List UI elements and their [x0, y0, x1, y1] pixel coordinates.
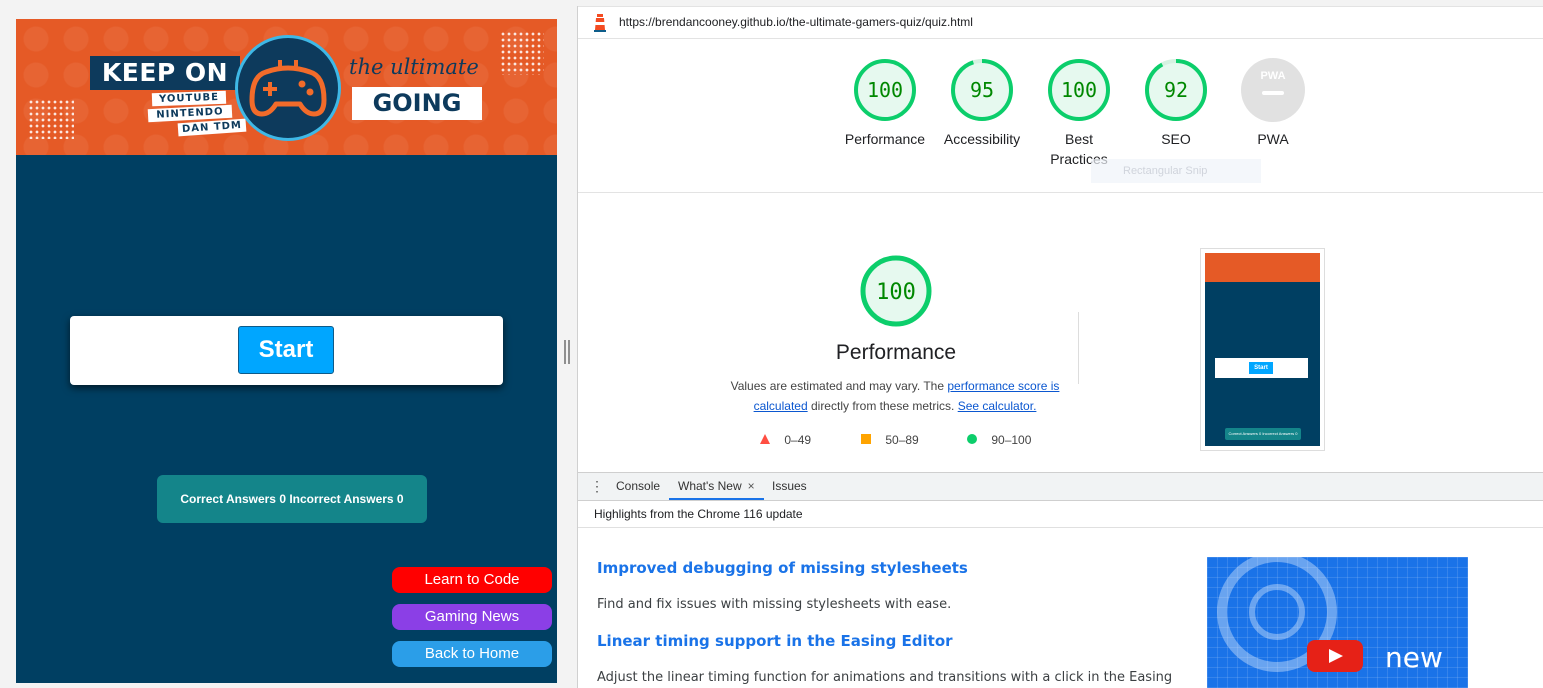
divider — [1078, 312, 1079, 384]
gauge-performance[interactable]: 100 Performance — [830, 57, 940, 149]
url-bar: https://brendancooney.github.io/the-ulti… — [578, 6, 1543, 39]
score-ring: 100 — [860, 255, 932, 327]
panel-splitter-handle[interactable] — [564, 340, 570, 364]
start-card: Start — [70, 316, 503, 385]
performance-summary: 100 Performance — [781, 254, 1011, 365]
going-text: GOING — [352, 87, 482, 120]
gauge-score: 95 — [970, 78, 994, 102]
gauge-label: PWA — [1257, 131, 1289, 147]
gamepad-icon — [249, 60, 327, 117]
highlights-header: Highlights from the Chrome 116 update — [578, 501, 1543, 528]
desc-text: Values are estimated and may vary. The — [730, 379, 948, 393]
square-icon — [861, 434, 871, 444]
decorative-dots — [28, 99, 74, 139]
tab-console[interactable]: Console — [616, 473, 660, 500]
pwa-badge-icon: PWA — [1241, 58, 1305, 122]
gauge-score: 100 — [867, 78, 903, 102]
page-url[interactable]: https://brendancooney.github.io/the-ulti… — [619, 15, 973, 29]
legend-label: 90–100 — [991, 433, 1032, 447]
close-icon[interactable]: × — [748, 479, 755, 493]
thumbnail-score: Correct Answers 0 Incorrect Answers 0 — [1225, 428, 1301, 440]
gauge-score: 100 — [1061, 78, 1097, 102]
desc-text: directly from these metrics. — [807, 399, 958, 413]
banner: KEEP ON YOUTUBE NINTENDO DAN TDM the ult… — [16, 19, 557, 155]
banner-tag: YOUTUBE — [151, 90, 227, 107]
gauge-label: Performance — [844, 131, 926, 147]
back-to-home-link[interactable]: Back to Home — [392, 641, 552, 667]
banner-tag: DAN TDM — [177, 118, 247, 137]
thumbnail-banner — [1205, 253, 1320, 282]
score-ring: 95 — [951, 59, 1013, 121]
score-display: Correct Answers 0 Incorrect Answers 0 — [157, 475, 427, 523]
see-calculator-link[interactable]: See calculator. — [958, 399, 1037, 413]
tab-whats-new[interactable]: What's New × — [669, 473, 764, 500]
gauge-seo[interactable]: 92 SEO — [1121, 57, 1231, 149]
gauge-accessibility[interactable]: 95 Accessibility — [927, 57, 1037, 149]
the-ultimate-text: the ultimate — [349, 55, 479, 79]
drawer-tabbar: ⋮ Console What's New × Issues — [578, 472, 1543, 501]
play-triangle — [1329, 649, 1343, 663]
legend-average: 50–89 — [860, 433, 919, 447]
thumbnail-page: Start Correct Answers 0 Incorrect Answer… — [1205, 253, 1320, 446]
logo — [235, 35, 341, 141]
gauge-label: Accessibility — [943, 131, 1021, 147]
gauge-score: 92 — [1164, 78, 1188, 102]
pwa-badge-text: PWA — [1260, 70, 1285, 82]
news-title[interactable]: Improved debugging of missing stylesheet… — [597, 559, 968, 577]
gauge-label: SEO — [1161, 131, 1191, 147]
snip-overlay: Rectangular Snip — [1091, 159, 1261, 183]
legend-label: 50–89 — [885, 433, 919, 447]
news-description: Adjust the linear timing function for an… — [597, 670, 1173, 685]
learn-to-code-link[interactable]: Learn to Code — [392, 567, 552, 593]
circle-icon — [967, 434, 977, 444]
lighthouse-icon — [594, 14, 606, 32]
legend-poor: 0–49 — [759, 433, 811, 447]
news-description: Find and fix issues with missing stylesh… — [597, 597, 952, 612]
gaming-news-link[interactable]: Gaming News — [392, 604, 552, 630]
performance-title: Performance — [835, 341, 957, 364]
performance-description: Values are estimated and may vary. The p… — [728, 376, 1062, 416]
news-title[interactable]: Linear timing support in the Easing Edit… — [597, 632, 953, 650]
legend-label: 0–49 — [784, 433, 812, 447]
score-ring: 100 — [1048, 59, 1110, 121]
gauge-best-practices[interactable]: 100 Best Practices — [1024, 57, 1134, 169]
quiz-page: KEEP ON YOUTUBE NINTENDO DAN TDM the ult… — [16, 19, 557, 683]
page-screenshot-thumbnail[interactable]: Start Correct Answers 0 Incorrect Answer… — [1200, 248, 1325, 451]
legend-good: 90–100 — [966, 433, 1031, 447]
score-ring: 100 — [854, 59, 916, 121]
decorative-dots — [500, 31, 544, 75]
performance-score: 100 — [876, 280, 916, 305]
video-caption: new — [1385, 641, 1443, 674]
devtools-panel: https://brendancooney.github.io/the-ulti… — [577, 6, 1543, 688]
triangle-icon — [760, 434, 770, 444]
more-options-icon[interactable]: ⋮ — [590, 479, 604, 493]
highlights-text: Highlights from the Chrome 116 update — [594, 507, 803, 521]
play-icon[interactable] — [1307, 640, 1363, 672]
tab-label: What's New — [678, 479, 742, 493]
tab-issues[interactable]: Issues — [772, 473, 807, 500]
gauge-pwa[interactable]: PWA PWA — [1218, 57, 1328, 149]
video-thumbnail[interactable]: new — [1207, 557, 1468, 688]
keep-on-text: KEEP ON — [90, 56, 240, 90]
start-button[interactable]: Start — [238, 326, 334, 374]
divider — [578, 192, 1543, 193]
thumbnail-start: Start — [1249, 362, 1273, 374]
thumbnail-card: Start — [1215, 358, 1308, 378]
score-ring: 92 — [1145, 59, 1207, 121]
